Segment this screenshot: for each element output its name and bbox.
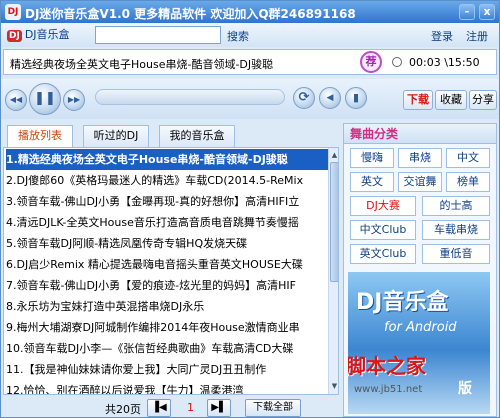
- title-bar[interactable]: DJ DJ迷你音乐盒V1.0 更多精品软件 欢迎加入Q群246891168 - …: [1, 1, 499, 23]
- playlist-item-selected[interactable]: 1.精选经典夜场全英文电子House串烧-酷音领域-DJ骏聪: [6, 149, 328, 170]
- watermark-url: www.jb51.net: [354, 384, 423, 395]
- watermark-text: 脚本之家: [348, 354, 426, 378]
- volume-level-icon[interactable]: ▮: [345, 87, 367, 109]
- current-time: 00:03: [409, 56, 441, 69]
- pager: 共20页 ▐◀ 1 ▶▌ 下载全部: [1, 397, 341, 418]
- genre-item[interactable]: 交谊舞: [398, 172, 442, 192]
- promo-banner[interactable]: DJ音乐盒 for Android 脚本之家 www.jb51.net 版: [348, 272, 490, 414]
- tab-history[interactable]: 听过的DJ: [83, 125, 149, 147]
- genre-item[interactable]: 重低音: [422, 244, 490, 264]
- progress-bar[interactable]: [95, 89, 285, 105]
- now-playing-bar: 精选经典夜场全英文电子House串烧-酷音领域-DJ骏聪 荐 00:03 \15…: [3, 49, 497, 75]
- tab-playlist[interactable]: 播放列表: [7, 125, 73, 148]
- genre-title: 舞曲分类: [344, 124, 496, 144]
- share-button[interactable]: 分享: [469, 90, 497, 110]
- first-page-button[interactable]: ▐◀: [147, 399, 171, 417]
- genre-item[interactable]: 英文: [350, 172, 394, 192]
- genre-item[interactable]: DJ大赛: [350, 196, 416, 216]
- genre-item[interactable]: 英文Club: [350, 244, 416, 264]
- player-controls: ◀◀ ❚❚ ▶▶ ⟳ ◀ ▮ 下载 收藏 分享: [1, 79, 499, 119]
- search-button[interactable]: 搜索: [227, 28, 249, 44]
- genre-item[interactable]: 的士高: [422, 196, 490, 216]
- app-icon: DJ: [5, 4, 21, 20]
- genre-item[interactable]: 车载串烧: [422, 220, 490, 240]
- volume-icon[interactable]: ◀: [319, 87, 341, 109]
- banner-headline: DJ音乐盒: [356, 290, 449, 315]
- app-window: DJ DJ迷你音乐盒V1.0 更多精品软件 欢迎加入Q群246891168 - …: [0, 0, 500, 418]
- playlist-item[interactable]: 9.梅州大埔湖寮DJ阿城制作编排2014年夜House激情商业串: [6, 317, 328, 338]
- playlist-scrollbar[interactable]: ▲ ▼: [328, 148, 338, 394]
- playlist-item[interactable]: 12.恰恰、别在酒醉以后说爱我【牛力】温柔港湾: [6, 380, 328, 394]
- playlist-item[interactable]: 6.DJ启少Remix 精心提选最嗨电音摇头重音英文HOUSE大碟: [6, 254, 328, 275]
- tab-my-box[interactable]: 我的音乐盒: [159, 125, 235, 147]
- playlist-tabs: 播放列表 听过的DJ 我的音乐盒: [3, 123, 339, 148]
- banner-subline: for Android: [384, 320, 457, 335]
- prev-button[interactable]: ◀◀: [5, 89, 27, 111]
- scroll-thumb[interactable]: [330, 162, 338, 282]
- playlist-item[interactable]: 4.清远DJLK-全英文House音乐打造高音质电音跳舞节奏慢摇: [6, 212, 328, 233]
- genre-item[interactable]: 中文Club: [350, 220, 416, 240]
- search-input[interactable]: [95, 26, 221, 44]
- logo-badge: DJ: [7, 30, 22, 42]
- favorite-button[interactable]: 收藏: [435, 90, 467, 110]
- playlist-item[interactable]: 7.领音车载-佛山DJ小勇【爱的痕迹-炫光里的妈妈】高清HIF: [6, 275, 328, 296]
- logo-text: DJ音乐盒: [24, 28, 70, 41]
- page-total: 共20页: [105, 403, 141, 416]
- genre-item[interactable]: 慢嗨: [350, 148, 394, 168]
- scroll-down-icon[interactable]: ▼: [330, 380, 338, 392]
- genre-item[interactable]: 串烧: [398, 148, 442, 168]
- playlist-item[interactable]: 5.领音车载DJ阿顺-精选凤凰传奇专辑HQ发烧天碟: [6, 233, 328, 254]
- loop-icon[interactable]: ⟳: [293, 87, 315, 109]
- playlist-item[interactable]: 11.【我是神仙妹妹请你爱上我】大同广灵DJ丑丑制作: [6, 359, 328, 380]
- app-logo: DJ DJ音乐盒: [7, 26, 70, 42]
- download-all-button[interactable]: 下载全部: [245, 399, 301, 417]
- register-link[interactable]: 注册: [466, 28, 488, 44]
- current-page: 1: [187, 401, 194, 414]
- playlist: 1.精选经典夜场全英文电子House串烧-酷音领域-DJ骏聪 2.DJ傻郎60《…: [3, 147, 339, 395]
- search-bar: DJ DJ音乐盒 搜索 登录 注册: [1, 23, 499, 47]
- time-readout: 00:03 \15:50: [409, 56, 480, 69]
- clock-icon: [392, 57, 402, 67]
- next-button[interactable]: ▶▶: [63, 89, 85, 111]
- playlist-item[interactable]: 8.永乐坊为宝妹打造中英混搭串烧DJ永乐: [6, 296, 328, 317]
- pause-button[interactable]: ❚❚: [29, 83, 61, 115]
- next-page-button[interactable]: ▶▌: [207, 399, 231, 417]
- playlist-item[interactable]: 10.领音车载DJ小李—《张信哲经典歌曲》车载高清CD大碟: [6, 338, 328, 359]
- minimize-button[interactable]: -: [459, 4, 475, 20]
- now-playing-title: 精选经典夜场全英文电子House串烧-酷音领域-DJ骏聪: [10, 58, 274, 71]
- playlist-item[interactable]: 3.领音车载-佛山DJ小勇【金曝再现-真的好想你】高清HIFI立: [6, 191, 328, 212]
- playlist-item[interactable]: 2.DJ傻郎60《英格玛最迷人的精选》车载CD(2014.5-ReMix: [6, 170, 328, 191]
- genre-item[interactable]: 中文: [446, 148, 490, 168]
- banner-version: 版: [458, 381, 472, 397]
- scroll-up-icon[interactable]: ▲: [330, 149, 338, 161]
- genre-panel: 舞曲分类 慢嗨 串烧 中文 英文 交谊舞 榜单 DJ大赛 的士高 中文Club …: [343, 123, 497, 417]
- login-link[interactable]: 登录: [431, 28, 453, 44]
- download-button[interactable]: 下载: [403, 90, 433, 110]
- recommend-badge[interactable]: 荐: [360, 51, 382, 73]
- close-button[interactable]: x: [479, 4, 495, 20]
- genre-item[interactable]: 榜单: [446, 172, 490, 192]
- window-title: DJ迷你音乐盒V1.0 更多精品软件 欢迎加入Q群246891168: [25, 7, 356, 21]
- total-time: 15:50: [447, 56, 480, 69]
